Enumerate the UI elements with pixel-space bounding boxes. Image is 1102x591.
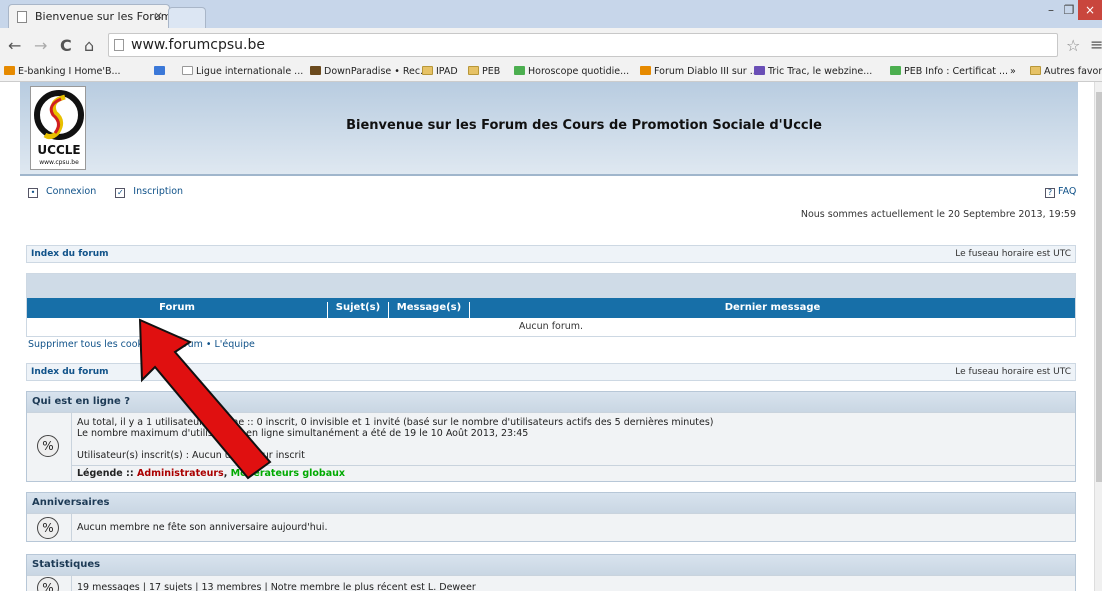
bookmark-item[interactable]: Ligue internationale ... [182,66,303,77]
minimize-button[interactable]: – [1042,0,1060,20]
stats-icon: % [37,435,59,457]
bookmark-item[interactable] [154,66,168,77]
bookmark-label: Tric Trac, le webzine... [768,66,873,77]
bookmark-item[interactable]: Horoscope quotidie... [514,66,629,77]
green-icon [890,66,901,75]
timezone-text: Le fuseau horaire est UTC [955,249,1071,259]
other-bookmarks-label: Autres favoris [1044,66,1102,77]
col-last-post: Dernier message [724,302,821,313]
orange-icon [640,66,651,75]
birthday-section: Anniversaires % Aucun membre ne fête son… [26,492,1076,542]
blue-icon [154,66,165,75]
current-date: Nous sommes actuellement le 20 Septembre… [800,209,1076,220]
divider [71,413,72,482]
bookmark-label: DownParadise • Rec... [324,66,430,77]
col-topics: Sujet(s) [335,302,381,313]
browser-tab[interactable]: Bienvenue sur les Forum c × [8,4,170,28]
login-label: Connexion [46,186,97,197]
page-scrollbar[interactable] [1094,82,1102,591]
bookmarks-more-icon[interactable]: » [1010,66,1016,77]
bookmark-star-icon[interactable]: ☆ [1066,36,1080,55]
folder-icon [1030,66,1041,75]
folder-icon [468,66,479,75]
green-icon [514,66,525,75]
bookmark-label: IPAD [436,66,458,77]
index-link[interactable]: Index du forum [31,367,109,377]
birthday-title: Anniversaires [27,493,1075,513]
purple-icon [754,66,765,75]
scrollbar-thumb[interactable] [1096,92,1102,482]
statistics-body: % 19 messages | 17 sujets | 13 membres |… [27,575,1075,591]
statistics-title: Statistiques [27,555,1075,575]
forum-table-caption [27,274,1075,298]
birthday-text: Aucun membre ne fête son anniversaire au… [77,522,328,533]
new-tab-button[interactable] [168,7,206,28]
orange-icon [4,66,15,75]
bookmark-label: E-banking I Home'B... [18,66,121,77]
maximize-button[interactable]: ❐ [1060,0,1078,20]
statistics-section: Statistiques % 19 messages | 17 sujets |… [26,554,1076,591]
brown-icon [310,66,321,75]
web-page: UCCLE www.cpsu.be Bienvenue sur les Foru… [0,82,1094,591]
divider [71,576,72,591]
forward-arrow-icon[interactable]: → [34,36,47,55]
red-arrow-annotation [138,318,272,480]
tab-close-icon[interactable]: × [154,9,163,22]
address-bar[interactable]: www.forumcpsu.be [108,33,1058,57]
bookmark-label: Ligue internationale ... [196,66,304,77]
register-label: Inscription [133,186,184,197]
timezone-text: Le fuseau horaire est UTC [955,367,1071,377]
register-link[interactable]: ✓ Inscription [115,186,191,198]
faq-link[interactable]: ? FAQ [1045,186,1076,198]
page-icon [182,66,193,75]
index-link[interactable]: Index du forum [31,249,109,259]
bookmark-label: Forum Diablo III sur ... [654,66,759,77]
logo-subtext: www.cpsu.be [39,159,79,166]
home-icon[interactable]: ⌂ [84,36,94,55]
bookmarks-bar: E-banking I Home'B... Ligue international… [0,62,1102,82]
bookmark-label: Horoscope quotidie... [528,66,630,77]
login-link[interactable]: • Connexion [28,186,104,198]
stats-icon: % [37,577,59,591]
stats-icon: % [37,517,59,539]
page-icon [17,11,27,23]
birthday-body: % Aucun membre ne fête son anniversaire … [27,513,1075,542]
bookmark-item[interactable]: PEB Info : Certificat ... [890,66,1008,77]
other-bookmarks-folder[interactable]: Autres favoris [1030,66,1102,77]
browser-tab-bar: Bienvenue sur les Forum c × – ❐ × [0,0,1102,28]
login-icon: • [28,188,38,198]
page-title: Bienvenue sur les Forum des Cours de Pro… [346,118,822,133]
bookmark-item[interactable]: DownParadise • Rec... [310,66,429,77]
page-icon [114,39,124,51]
forum-header: UCCLE www.cpsu.be Bienvenue sur les Foru… [20,82,1078,176]
url-text: www.forumcpsu.be [131,37,265,53]
arrow-shape [138,318,272,480]
bookmark-item[interactable]: E-banking I Home'B... [4,66,121,77]
bookmark-label: PEB [482,66,501,77]
bookmark-item[interactable]: Tric Trac, le webzine... [754,66,872,77]
bookmark-item[interactable]: PEB [468,66,500,77]
top-navigation: • Connexion ✓ Inscription [28,186,199,198]
faq-label: FAQ [1058,186,1077,197]
browser-nav-bar: ← → C ⌂ www.forumcpsu.be ☆ ≡ [0,28,1102,62]
chrome-menu-icon[interactable]: ≡ [1090,35,1102,54]
tab-title: Bienvenue sur les Forum c [35,10,170,23]
index-bar-top: Index du forum Le fuseau horaire est UTC [26,245,1076,263]
register-icon: ✓ [115,188,126,198]
bookmark-item[interactable]: Forum Diablo III sur ... [640,66,759,77]
logo-text: UCCLE [37,143,81,157]
divider [71,514,72,542]
reload-icon[interactable]: C [60,36,72,55]
faq-icon: ? [1045,188,1055,198]
col-posts: Message(s) [396,302,462,313]
bookmark-item[interactable]: IPAD [422,66,458,77]
back-arrow-icon[interactable]: ← [8,36,21,55]
bookmark-label: PEB Info : Certificat ... [904,66,1009,77]
statistics-text: 19 messages | 17 sujets | 13 membres | N… [77,582,476,591]
folder-icon [422,66,433,75]
legend-label: Légende :: [77,468,134,479]
window-close-button[interactable]: × [1078,0,1102,20]
